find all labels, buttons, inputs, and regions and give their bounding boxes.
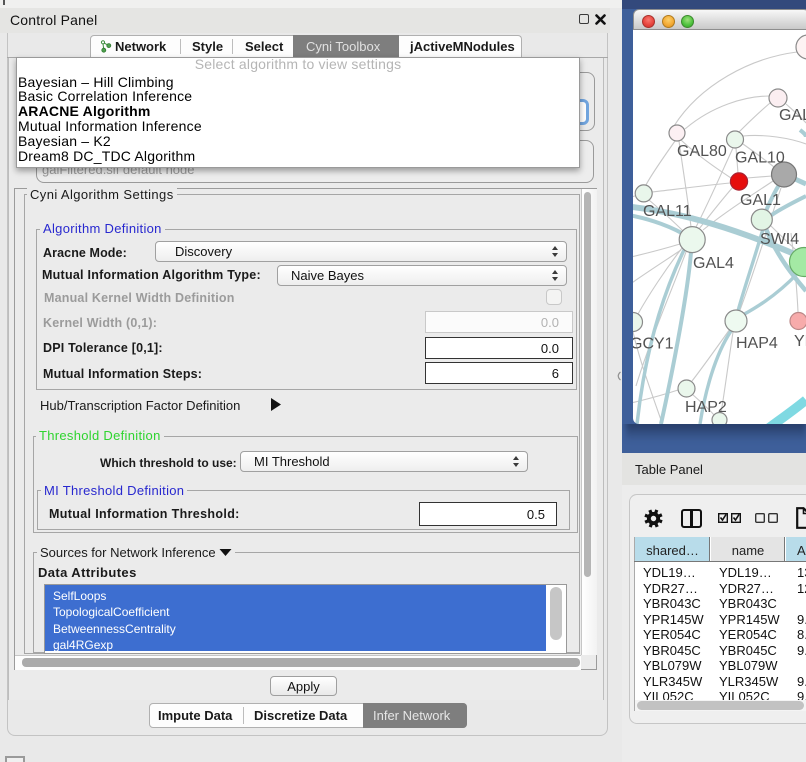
svg-text:GAL11: GAL11 (643, 203, 692, 220)
svg-text:GAL80: GAL80 (677, 143, 727, 160)
svg-text:GAL10: GAL10 (735, 150, 785, 167)
svg-text:HAP4: HAP4 (736, 335, 778, 352)
svg-text:YD: YD (794, 333, 806, 350)
svg-text:GAL2: GAL2 (779, 107, 806, 124)
svg-text:HAP2: HAP2 (685, 399, 727, 416)
svg-text:GAL1: GAL1 (740, 192, 781, 209)
svg-text:SWI4: SWI4 (760, 231, 799, 248)
svg-text:GAL4: GAL4 (693, 255, 734, 272)
svg-text:GCY1: GCY1 (633, 336, 674, 353)
